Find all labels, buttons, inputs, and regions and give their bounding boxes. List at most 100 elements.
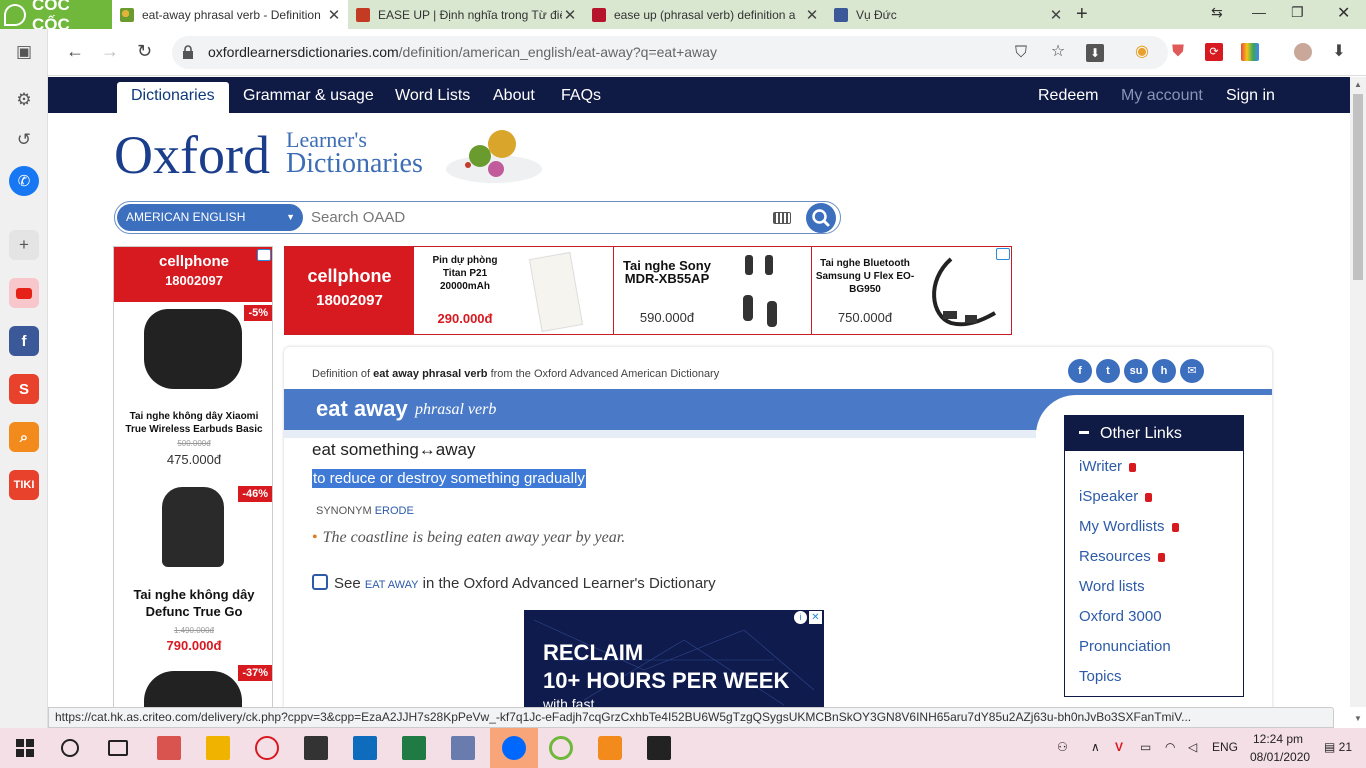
search-input[interactable]: Search OAAD: [311, 209, 405, 226]
facebook-icon[interactable]: f: [9, 326, 39, 356]
tray-chevron-icon[interactable]: ∧: [1091, 740, 1100, 754]
shield-icon[interactable]: ⛉: [1012, 44, 1030, 62]
scrollbar-thumb[interactable]: [1353, 94, 1363, 280]
hatena-share-icon[interactable]: h: [1152, 359, 1176, 383]
close-tab-icon[interactable]: ✕: [562, 6, 578, 24]
nav-about[interactable]: About: [493, 77, 535, 113]
link-iwriter[interactable]: iWriter: [1079, 458, 1137, 475]
sidebar-toggle-icon[interactable]: ▣: [9, 37, 39, 67]
address-bar[interactable]: oxfordlearnersdictionaries.com/definitio…: [172, 36, 1168, 69]
clock-time[interactable]: 12:24 pm: [1253, 732, 1303, 746]
add-app-icon[interactable]: +: [9, 230, 39, 260]
app-icon-1[interactable]: [157, 736, 181, 760]
nav-grammar-usage[interactable]: Grammar & usage: [243, 77, 374, 113]
nav-my-account[interactable]: My account: [1121, 77, 1203, 113]
link-topics[interactable]: Topics: [1079, 668, 1122, 685]
link-word-lists[interactable]: Word lists: [1079, 578, 1145, 595]
scroll-down-icon[interactable]: ▼: [1354, 714, 1362, 723]
stumbleupon-share-icon[interactable]: su: [1124, 359, 1148, 383]
clock-date[interactable]: 08/01/2020: [1250, 750, 1310, 764]
search-app-icon[interactable]: ⌕: [9, 422, 39, 452]
sticky-notes-icon[interactable]: [304, 736, 328, 760]
close-window-button[interactable]: ✕: [1337, 3, 1350, 23]
photos-icon[interactable]: [647, 736, 671, 760]
battery-icon[interactable]: ▭: [1140, 740, 1151, 754]
downloads-icon[interactable]: ⬇: [1330, 43, 1348, 61]
wifi-icon[interactable]: ◠: [1165, 740, 1175, 754]
see-also-link[interactable]: EAT AWAY: [365, 579, 419, 591]
reclaim-ad-banner[interactable]: RECLAIM 10+ HOURS PER WEEK with fast i ✕: [524, 610, 824, 707]
new-tab-button[interactable]: +: [1076, 3, 1088, 26]
excel-icon[interactable]: [402, 736, 426, 760]
tiki-icon[interactable]: TIKI: [9, 470, 39, 500]
close-tab-icon[interactable]: ✕: [1048, 6, 1064, 24]
adchoices-icon[interactable]: [996, 248, 1010, 260]
synonym-link[interactable]: ERODE: [375, 505, 414, 517]
chrome-extension-icon[interactable]: ◉: [1133, 43, 1151, 61]
extension-red-icon[interactable]: ⟳: [1205, 43, 1223, 61]
facebook-share-icon[interactable]: f: [1068, 359, 1092, 383]
tab-search-icon[interactable]: ⇆: [1211, 4, 1223, 21]
link-oxford-3000[interactable]: Oxford 3000: [1079, 608, 1162, 625]
maximize-button[interactable]: ❐: [1291, 4, 1304, 21]
link-ispeaker[interactable]: iSpeaker: [1079, 488, 1153, 505]
twitter-share-icon[interactable]: t: [1096, 359, 1120, 383]
tab-ease-up-cambridge[interactable]: EASE UP | Định nghĩa trong Từ điể ✕: [348, 0, 584, 29]
people-icon[interactable]: ⚇: [1057, 740, 1068, 754]
scroll-up-icon[interactable]: ▲: [1354, 80, 1362, 89]
history-icon[interactable]: ↺: [9, 125, 39, 155]
left-ad-banner[interactable]: cellphone 18002097 -5% Tai nghe không dâ…: [113, 246, 273, 707]
coccoc-menu-button[interactable]: CỐC CỐC: [0, 0, 112, 34]
link-pronunciation[interactable]: Pronunciation: [1079, 638, 1171, 655]
vietkey-icon[interactable]: V: [1115, 740, 1123, 754]
nav-sign-in[interactable]: Sign in: [1226, 77, 1275, 113]
search-icon[interactable]: [61, 739, 79, 757]
file-explorer-icon[interactable]: [206, 736, 230, 760]
profile-avatar[interactable]: [1294, 43, 1312, 61]
link-my-wordlists[interactable]: My Wordlists: [1079, 518, 1179, 535]
volume-icon[interactable]: ◁: [1188, 740, 1197, 754]
coccoc-taskbar-icon[interactable]: [549, 736, 573, 760]
adchoices-icon[interactable]: [257, 249, 271, 261]
tab-ease-up-macmillan[interactable]: ease up (phrasal verb) definition a ✕: [584, 0, 826, 29]
back-button[interactable]: ←: [66, 41, 84, 62]
zalo-taskbar-button[interactable]: [490, 728, 538, 768]
adblock-extension-icon[interactable]: ⛊: [1169, 43, 1187, 61]
email-share-icon[interactable]: ✉: [1180, 359, 1204, 383]
youtube-icon[interactable]: [9, 278, 39, 308]
forward-button[interactable]: →: [101, 41, 119, 62]
nav-faqs[interactable]: FAQs: [561, 77, 601, 113]
shopee-icon[interactable]: S: [9, 374, 39, 404]
app-icon-3[interactable]: [451, 736, 475, 760]
nav-redeem[interactable]: Redeem: [1038, 77, 1098, 113]
task-view-icon[interactable]: [108, 740, 128, 756]
outlook-icon[interactable]: [353, 736, 377, 760]
windows-start-icon[interactable]: [13, 736, 37, 760]
nav-dictionaries[interactable]: Dictionaries: [117, 82, 229, 113]
nav-word-lists[interactable]: Word Lists: [395, 77, 470, 113]
minimize-button[interactable]: —: [1252, 4, 1266, 20]
notification-icon[interactable]: ▤ 21: [1324, 740, 1352, 754]
ad-close-icon[interactable]: ✕: [809, 611, 822, 624]
other-links-header[interactable]: Other Links: [1065, 416, 1243, 451]
tab-facebook[interactable]: Vụ Đức ✕: [826, 0, 1070, 29]
tab-eat-away[interactable]: eat-away phrasal verb - Definition ✕: [112, 0, 348, 29]
reload-button[interactable]: ↻: [137, 41, 152, 62]
settings-icon[interactable]: ⚙: [9, 85, 39, 115]
link-resources[interactable]: Resources: [1079, 548, 1165, 565]
bookmark-star-icon[interactable]: ☆: [1049, 43, 1067, 61]
page-scrollbar[interactable]: ▲ ▼: [1350, 77, 1366, 723]
dictionary-select[interactable]: AMERICAN ENGLISH ▼: [117, 204, 303, 231]
top-ad-banner[interactable]: cellphone 18002097 Pin dự phòng Titan P2…: [284, 246, 1012, 335]
app-icon-2[interactable]: [255, 736, 279, 760]
messenger-icon[interactable]: ✆: [9, 166, 39, 196]
close-tab-icon[interactable]: ✕: [804, 6, 820, 24]
search-button[interactable]: [806, 203, 836, 233]
input-language[interactable]: ENG: [1212, 740, 1238, 754]
extension-color-icon[interactable]: [1241, 43, 1259, 61]
keyboard-icon[interactable]: [773, 212, 791, 224]
close-tab-icon[interactable]: ✕: [326, 6, 342, 24]
foxit-icon[interactable]: [598, 736, 622, 760]
download-page-icon[interactable]: ⬇: [1086, 44, 1104, 62]
ad-info-icon[interactable]: i: [794, 611, 807, 624]
